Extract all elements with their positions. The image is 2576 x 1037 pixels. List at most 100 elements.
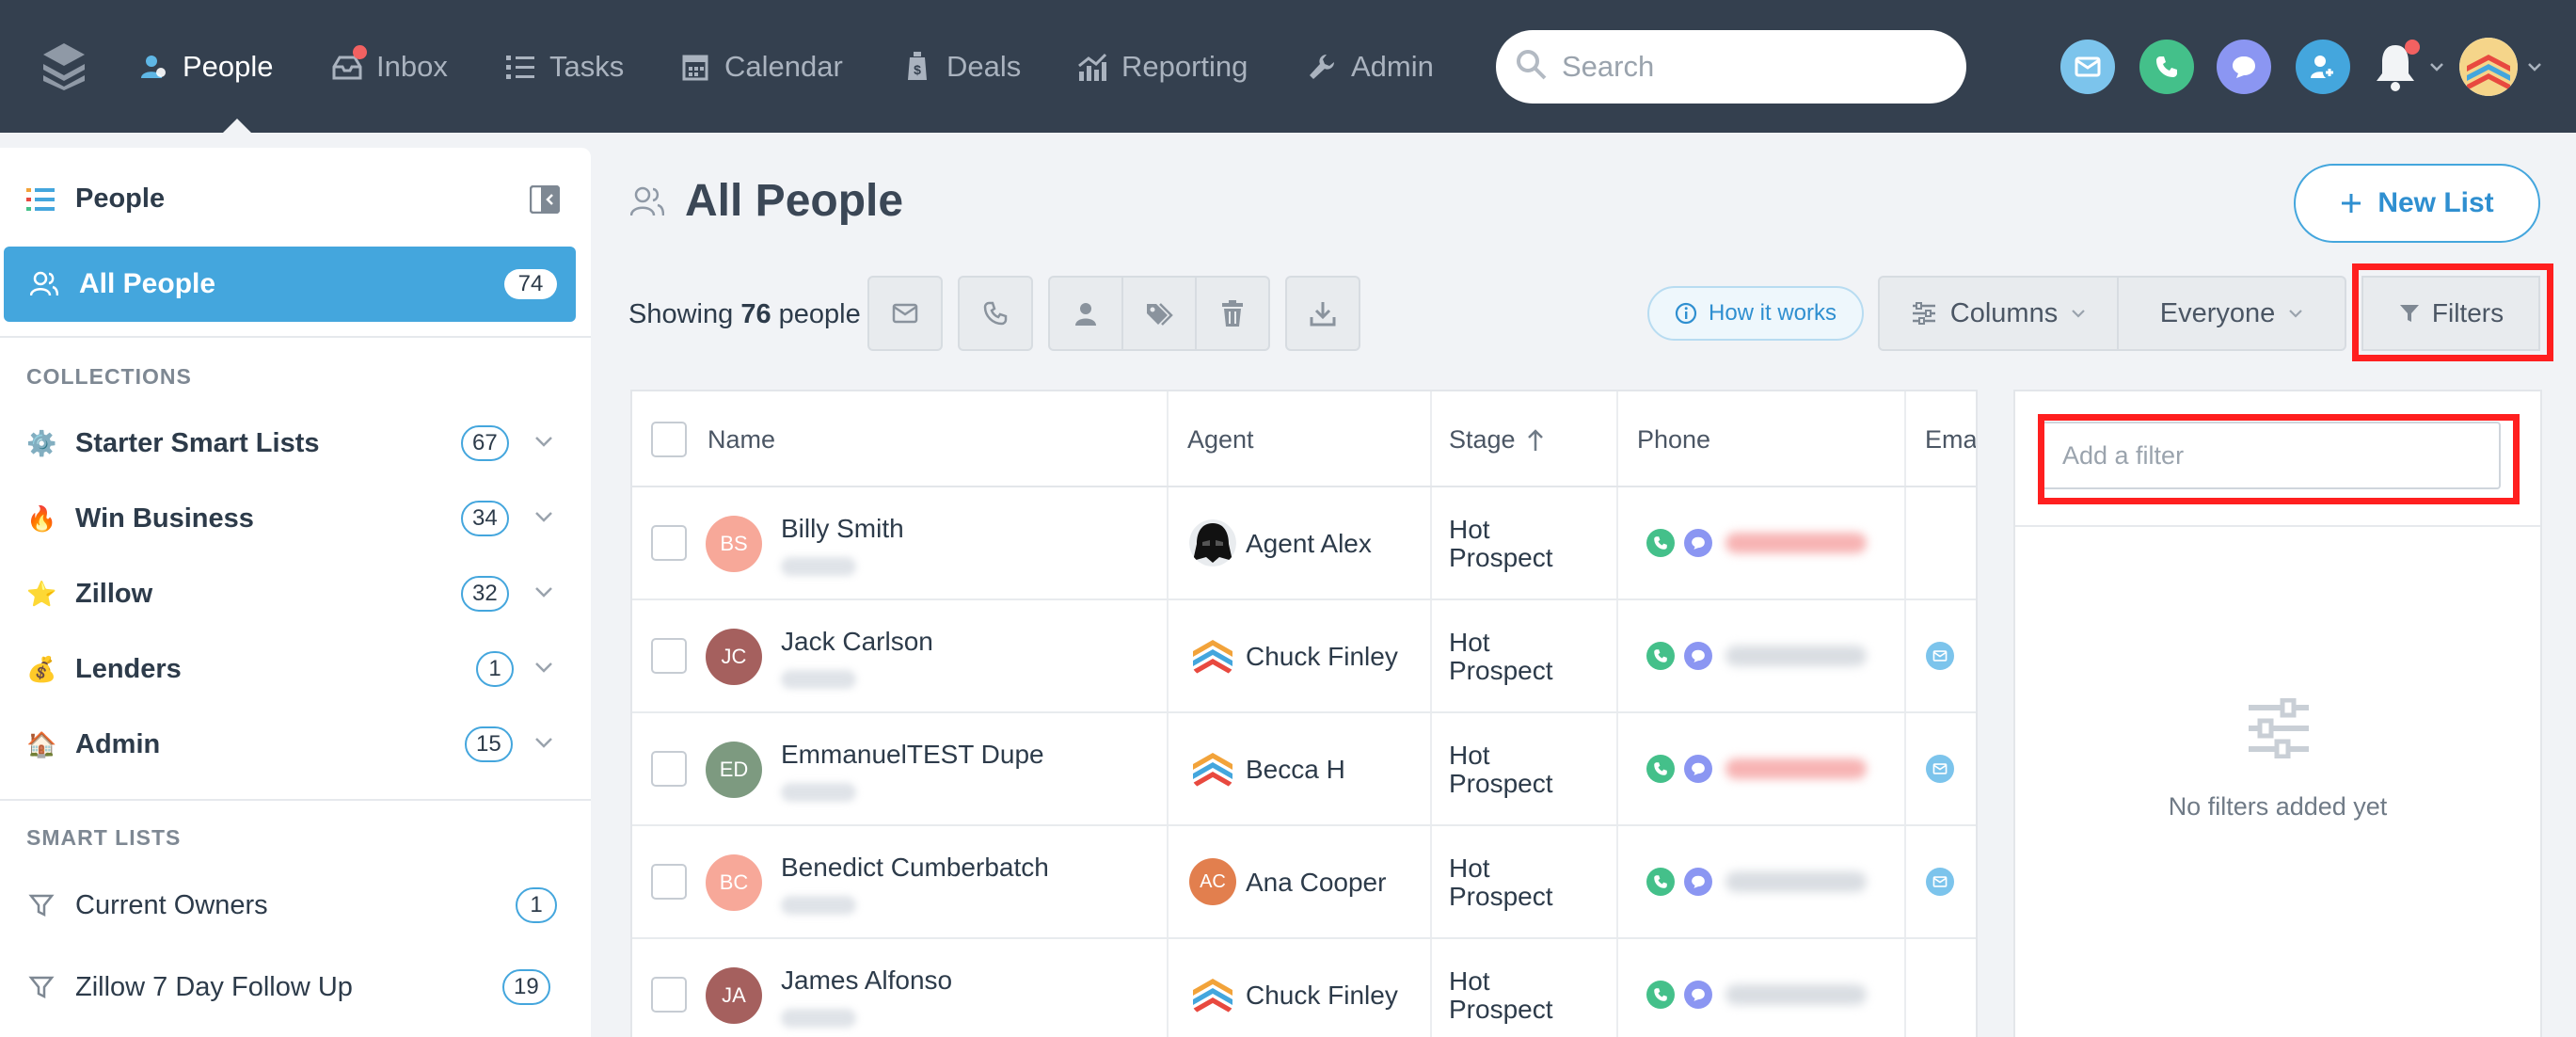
column-header-stage[interactable]: Stage xyxy=(1449,425,1544,455)
delete-button[interactable] xyxy=(1195,276,1270,351)
chevron-down-icon[interactable] xyxy=(534,511,553,524)
notifications-button[interactable] xyxy=(2373,40,2420,97)
nav-reporting[interactable]: Reporting xyxy=(1076,0,1248,133)
add-filter-input[interactable] xyxy=(2042,422,2501,489)
sidebar-item-lenders[interactable]: 💰 Lenders 1 xyxy=(0,641,591,697)
quick-add-person-button[interactable] xyxy=(2296,40,2350,94)
tag-button[interactable] xyxy=(1121,276,1197,351)
phone-icon xyxy=(1654,762,1667,775)
email-button[interactable] xyxy=(1926,755,1954,783)
sidebar-item-current-owners[interactable]: Current Owners 1 xyxy=(0,877,591,933)
table-row[interactable]: JA James Alfonso Chuck Finley Hot Prospect xyxy=(632,939,1976,1037)
export-button[interactable] xyxy=(1285,276,1360,351)
nav-admin[interactable]: Admin xyxy=(1306,0,1434,133)
columns-dropdown[interactable]: Columns xyxy=(1878,276,2119,351)
text-button[interactable] xyxy=(1684,642,1712,670)
everyone-dropdown[interactable]: Everyone xyxy=(2117,276,2346,351)
select-all-checkbox[interactable] xyxy=(651,422,687,457)
person-icon xyxy=(1075,303,1096,326)
call-button[interactable] xyxy=(1646,642,1675,670)
sidebar-item-win-business[interactable]: 🔥 Win Business 34 xyxy=(0,490,591,547)
page-header: All People xyxy=(630,175,903,227)
person-name-link[interactable]: Billy Smith xyxy=(781,514,904,544)
user-avatar[interactable] xyxy=(2459,38,2518,96)
app-logo-icon[interactable] xyxy=(41,41,87,90)
nav-tasks[interactable]: Tasks xyxy=(504,0,624,133)
collapse-sidebar-icon[interactable] xyxy=(530,185,560,214)
stage-line: Hot xyxy=(1449,854,1490,883)
chevron-down-icon[interactable] xyxy=(2429,62,2444,72)
how-it-works-button[interactable]: How it works xyxy=(1647,286,1864,341)
column-header-name[interactable]: Name xyxy=(708,425,775,455)
nav-calendar[interactable]: Calendar xyxy=(679,0,843,133)
call-button[interactable] xyxy=(1646,981,1675,1009)
nav-people[interactable]: People xyxy=(137,0,274,133)
email-button[interactable] xyxy=(1926,642,1954,670)
filter-panel-divider xyxy=(2015,525,2540,527)
bulk-call-button[interactable] xyxy=(958,276,1033,351)
page-title: All People xyxy=(685,176,904,226)
person-source-redacted xyxy=(781,557,856,576)
sidebar-title: People xyxy=(75,183,166,214)
text-button[interactable] xyxy=(1684,981,1712,1009)
phone-number-redacted xyxy=(1725,533,1867,553)
person-name-link[interactable]: EmmanuelTEST Dupe xyxy=(781,740,1044,770)
row-checkbox[interactable] xyxy=(651,977,687,1013)
email-icon xyxy=(1932,876,1948,887)
filter-panel: No filters added yet xyxy=(2013,390,2542,1037)
quick-text-button[interactable] xyxy=(2217,40,2271,94)
chevron-down-icon[interactable] xyxy=(534,737,553,750)
column-header-email[interactable]: Emai xyxy=(1925,425,1976,455)
nav-deals[interactable]: $ Deals xyxy=(901,0,1021,133)
column-header-phone[interactable]: Phone xyxy=(1637,425,1710,455)
email-button[interactable] xyxy=(1926,868,1954,896)
new-list-button[interactable]: New List xyxy=(2294,164,2540,243)
row-checkbox[interactable] xyxy=(651,751,687,787)
table-row[interactable]: BC Benedict Cumberbatch AC Ana Cooper Hot Pro… xyxy=(632,826,1976,939)
info-icon xyxy=(1675,302,1697,325)
sidebar-item-zillow[interactable]: ⭐ Zillow 32 xyxy=(0,566,591,622)
sidebar-item-admin[interactable]: 🏠 Admin 15 xyxy=(0,716,591,773)
person-name-link[interactable]: James Alfonso xyxy=(781,965,952,996)
chevron-down-icon[interactable] xyxy=(534,662,553,675)
all-people-label: All People xyxy=(79,268,216,299)
call-button[interactable] xyxy=(1646,868,1675,896)
smart-lists-header: SMART LISTS xyxy=(26,825,182,850)
row-checkbox[interactable] xyxy=(651,525,687,561)
quick-call-button[interactable] xyxy=(2139,40,2194,94)
table-row[interactable]: ED EmmanuelTEST Dupe Becca H Hot Prospect xyxy=(632,713,1976,826)
person-name-link[interactable]: Jack Carlson xyxy=(781,627,933,657)
global-search[interactable] xyxy=(1496,30,1966,104)
filters-button[interactable]: Filters xyxy=(2361,276,2540,351)
nav-inbox[interactable]: Inbox xyxy=(331,0,448,133)
calendar-icon xyxy=(679,51,711,83)
chevron-down-icon[interactable] xyxy=(534,436,553,449)
person-name-link[interactable]: Benedict Cumberbatch xyxy=(781,853,1049,883)
table-row[interactable]: BS Billy Smith Agent Alex Hot Prospect xyxy=(632,487,1976,600)
table-row[interactable]: JC Jack Carlson Chuck Finley Hot Prospect xyxy=(632,600,1976,713)
phone-number-redacted xyxy=(1725,646,1867,666)
row-checkbox[interactable] xyxy=(651,864,687,900)
sidebar-item-zillow-7-day-follow-up[interactable]: Zillow 7 Day Follow Up 19 xyxy=(0,959,591,1015)
chevron-down-icon[interactable] xyxy=(2527,62,2542,72)
column-header-stage-label: Stage xyxy=(1449,425,1516,454)
assign-agent-button[interactable] xyxy=(1048,276,1123,351)
call-button[interactable] xyxy=(1646,755,1675,783)
text-button[interactable] xyxy=(1684,868,1712,896)
sidebar-item-all-people[interactable]: All People 74 xyxy=(4,247,576,322)
nav-inbox-label: Inbox xyxy=(376,49,448,83)
sidebar-item-starter-smart-lists[interactable]: ⚙️ Starter Smart Lists 67 xyxy=(0,415,591,471)
bulk-email-button[interactable] xyxy=(867,276,943,351)
smart-list-label: Current Owners xyxy=(75,889,268,920)
text-button[interactable] xyxy=(1684,529,1712,557)
row-checkbox[interactable] xyxy=(651,638,687,674)
column-header-agent[interactable]: Agent xyxy=(1187,425,1254,455)
call-button[interactable] xyxy=(1646,529,1675,557)
nav-reporting-label: Reporting xyxy=(1121,49,1248,83)
text-button[interactable] xyxy=(1684,755,1712,783)
chevron-down-icon[interactable] xyxy=(534,586,553,599)
search-input[interactable] xyxy=(1562,50,1938,84)
smart-list-label: Zillow 7 Day Follow Up xyxy=(75,971,353,1002)
quick-email-button[interactable] xyxy=(2060,40,2115,94)
phone-icon xyxy=(1654,875,1667,888)
